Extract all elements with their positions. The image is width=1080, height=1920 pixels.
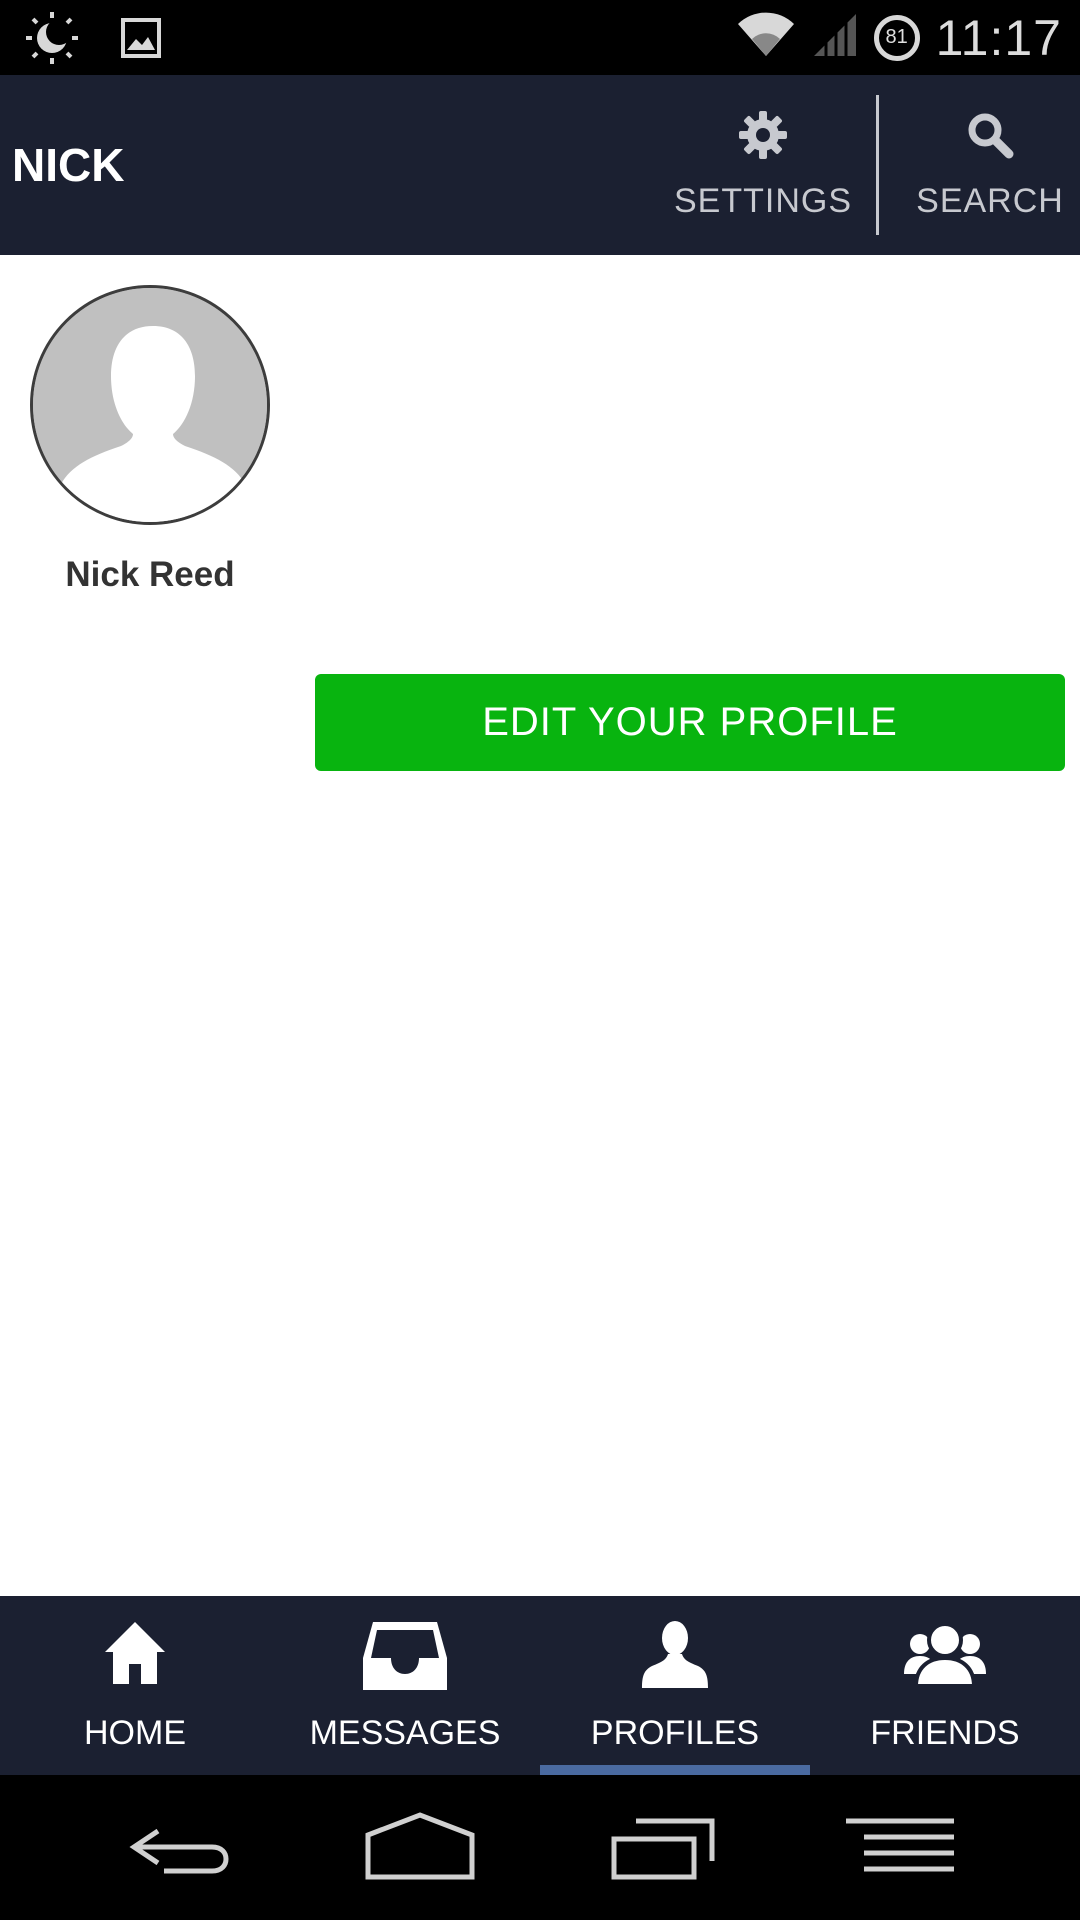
wifi-icon: [736, 12, 796, 63]
search-button[interactable]: SEARCH: [900, 75, 1080, 255]
recents-icon[interactable]: [610, 1795, 716, 1900]
app-bar: NICK SETTINGS SEARCH: [0, 75, 1080, 255]
system-nav-bar: [0, 1775, 1080, 1920]
gear-icon: [739, 110, 787, 159]
signal-icon: [812, 12, 858, 63]
nav-item-profiles[interactable]: PROFILES: [540, 1596, 810, 1775]
settings-button[interactable]: SETTINGS: [668, 75, 858, 255]
avatar[interactable]: [30, 285, 270, 525]
nav-label-home: HOME: [84, 1714, 186, 1752]
default-avatar-icon: [33, 288, 267, 522]
menu-icon[interactable]: [844, 1795, 956, 1900]
page-title: NICK: [12, 139, 125, 191]
app-bar-divider: [876, 95, 879, 235]
nav-label-messages: MESSAGES: [309, 1714, 501, 1752]
nav-label-profiles: PROFILES: [590, 1714, 760, 1752]
group-icon: [904, 1622, 986, 1688]
nav-item-messages[interactable]: MESSAGES: [270, 1596, 540, 1775]
battery-icon: 81: [873, 14, 920, 61]
back-icon[interactable]: [128, 1795, 230, 1900]
person-icon: [642, 1621, 708, 1688]
status-time: 11:17: [935, 9, 1062, 66]
inbox-icon: [363, 1622, 447, 1690]
home-icon: [105, 1622, 165, 1684]
settings-label: SETTINGS: [673, 181, 853, 220]
battery-level: 81: [885, 26, 908, 48]
nav-item-home[interactable]: HOME: [0, 1596, 270, 1775]
search-icon: [968, 113, 1014, 158]
edit-profile-button[interactable]: EDIT YOUR PROFILE: [315, 674, 1065, 771]
image-icon: [120, 17, 162, 64]
home-outline-icon[interactable]: [364, 1795, 476, 1900]
status-bar: 81 11:17: [0, 0, 1080, 75]
search-label: SEARCH: [916, 181, 1064, 220]
bottom-nav: HOME MESSAGES PROFILES FRIENDS: [0, 1596, 1080, 1775]
nav-item-friends[interactable]: FRIENDS: [810, 1596, 1080, 1775]
nav-label-friends: FRIENDS: [870, 1714, 1020, 1752]
brightness-icon: [24, 10, 80, 71]
profile-name: Nick Reed: [65, 555, 235, 594]
